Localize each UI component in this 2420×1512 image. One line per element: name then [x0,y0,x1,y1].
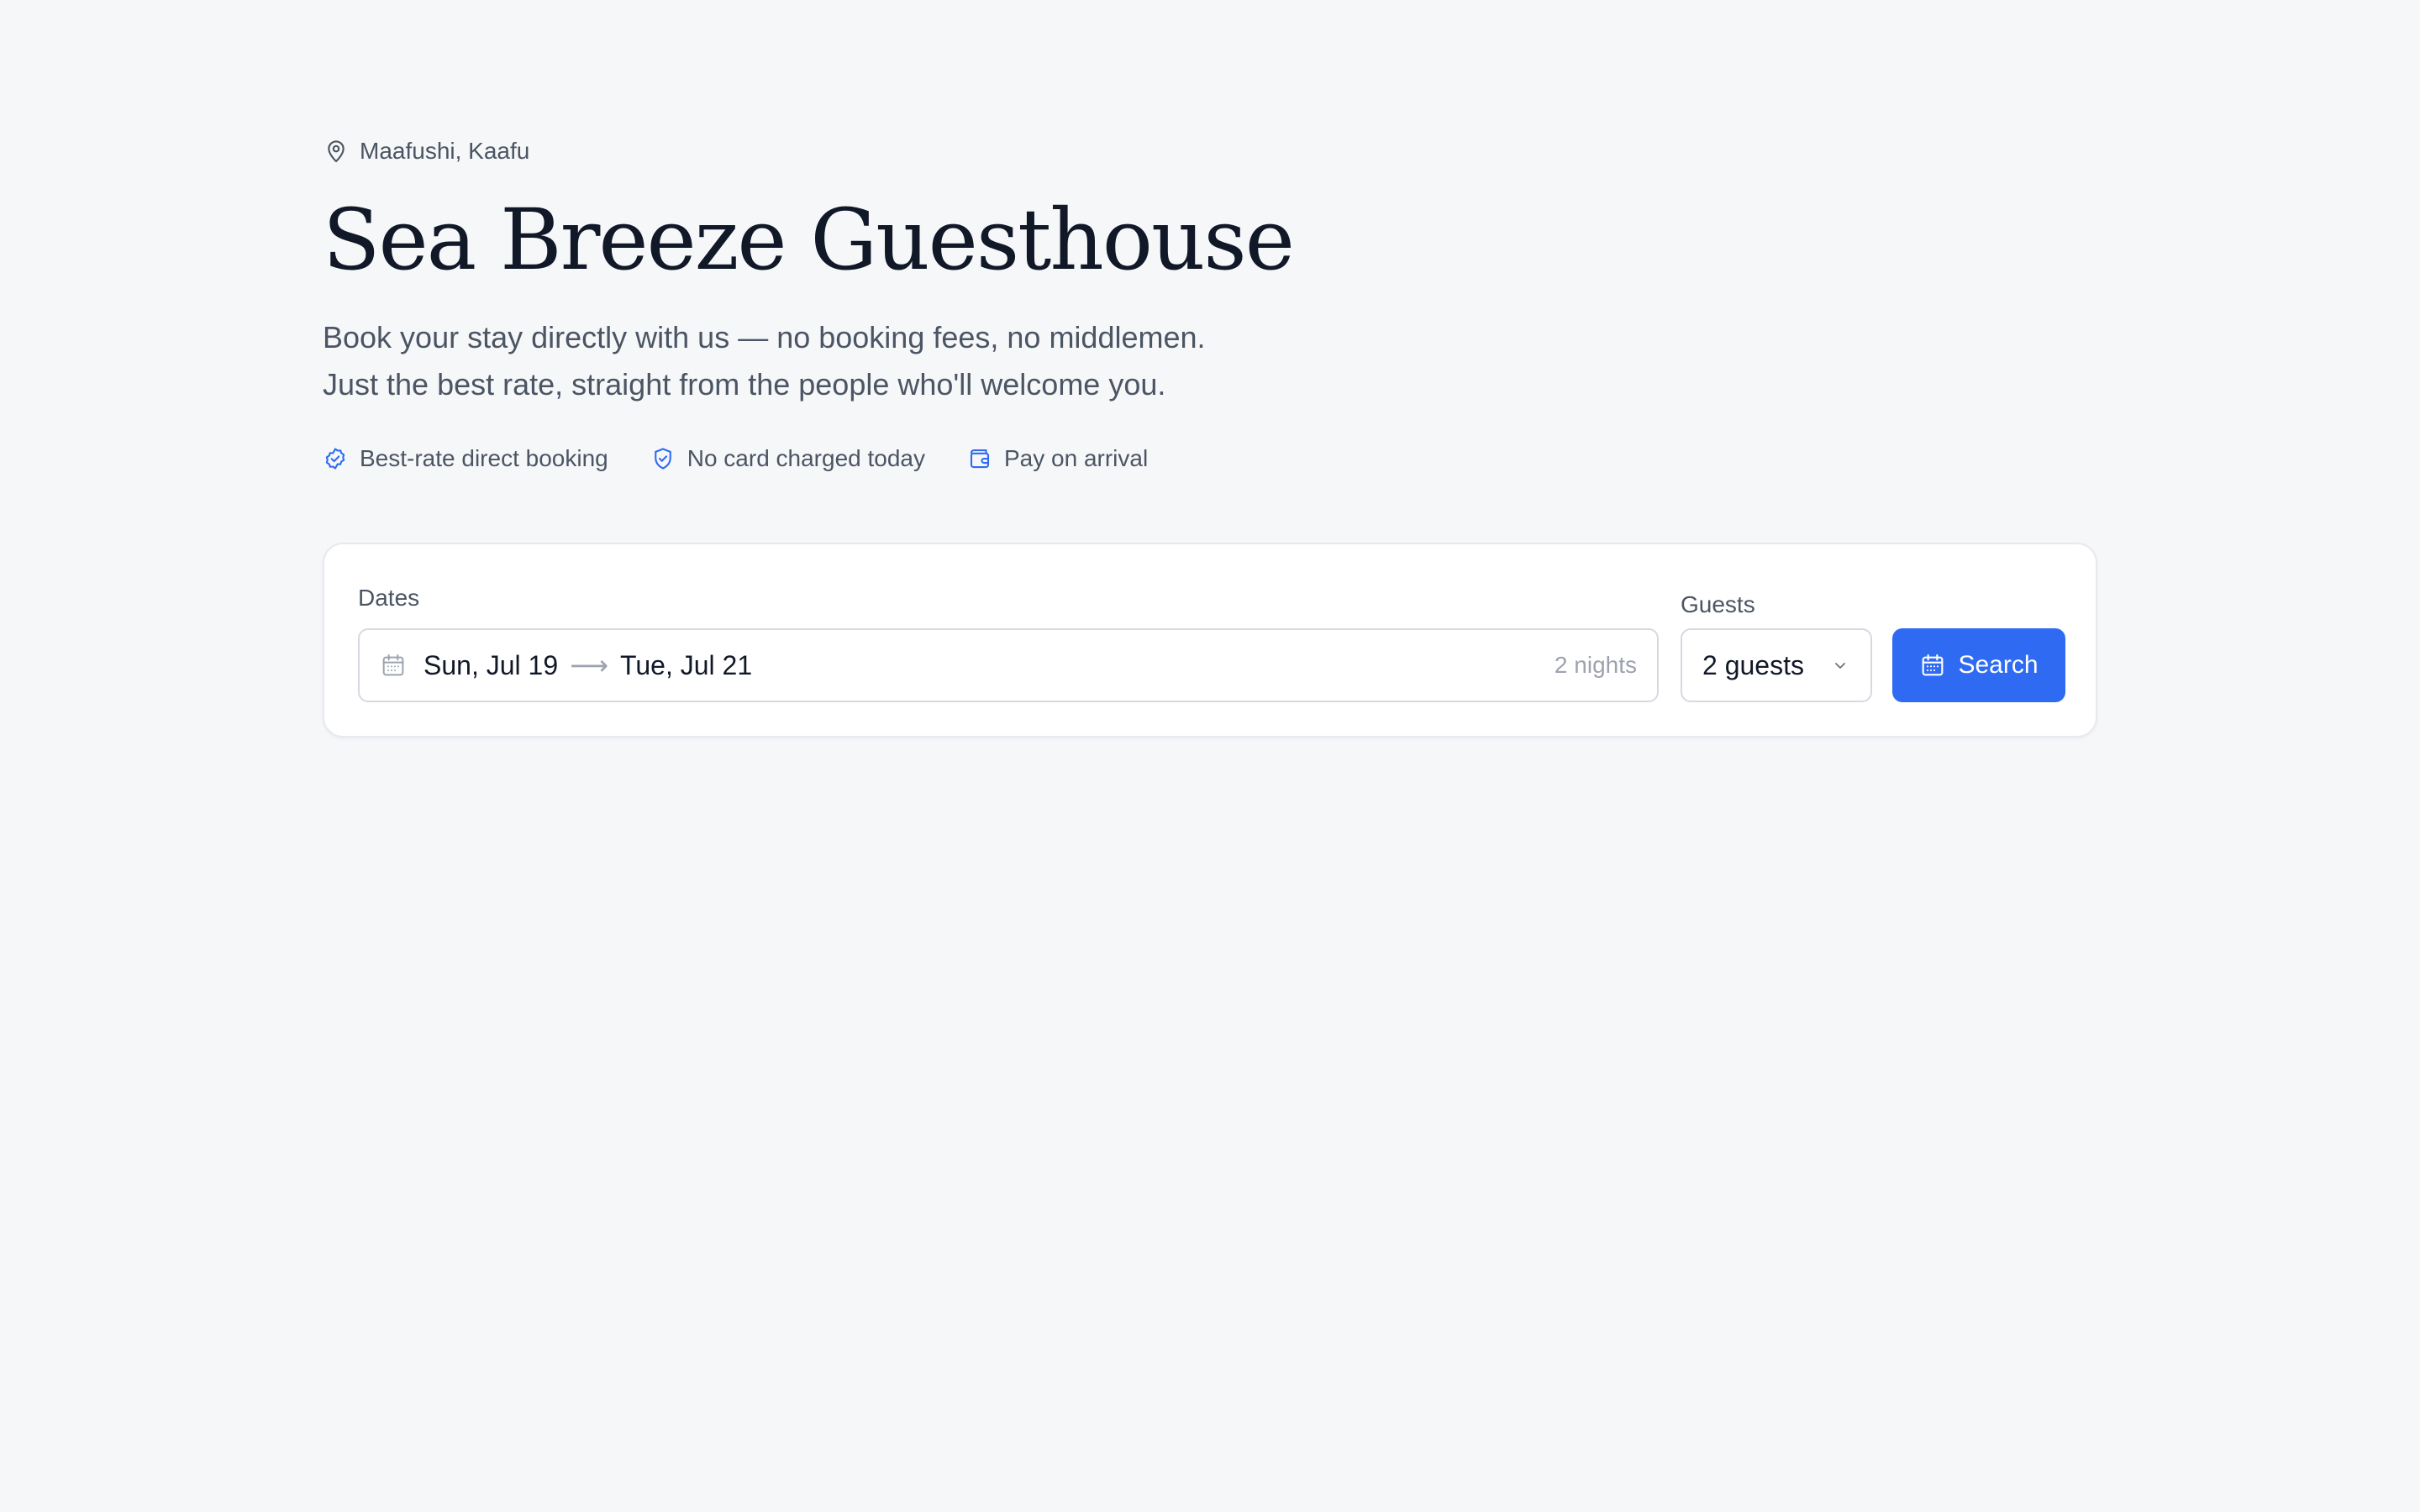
check-out-date: Tue, Jul 21 [619,649,753,680]
location-text: Maafushi, Kaafu [360,138,530,164]
hero-section: Maafushi, Kaafu Sea Breeze Guesthouse Bo… [323,134,2097,738]
guests-value: 2 guests [1702,649,1804,680]
perks-list: Best-rate direct booking No card charged… [323,442,2097,475]
dates-label: Dates [358,585,420,611]
search-button-label: Search [1958,651,2039,679]
guests-label: Guests [1681,591,1755,617]
perk-pay-on-arrival: Pay on arrival [967,445,1148,472]
guests-select[interactable]: 2 guests [1681,628,1872,702]
page-subtitle: Book your stay directly with us — no boo… [323,314,2097,408]
search-button[interactable]: Search [1892,628,2065,702]
calendar-icon [382,654,404,676]
perk-no-card: No card charged today [650,445,925,472]
calendar-icon [1923,654,1944,676]
perk-label: Pay on arrival [1004,445,1149,471]
subtitle-line-1: Book your stay directly with us — no boo… [323,320,1206,354]
location-row: Maafushi, Kaafu [323,134,2097,168]
check-circle-icon [325,448,345,470]
check-in-date: Sun, Jul 19 [424,649,559,680]
perk-best-rate: Best-rate direct booking [323,445,608,472]
map-pin-icon [328,140,345,163]
date-arrow-icon: ⟶ [570,650,608,680]
shield-check-icon [654,448,671,470]
nights-count: 2 nights [1554,652,1637,678]
wallet-icon [970,449,990,469]
subtitle-line-2: Just the best rate, straight from the pe… [323,367,1166,402]
perk-label: No card charged today [687,445,925,471]
chevron-down-icon [1835,663,1845,669]
booking-card: Dates Sun, Jul 19 ⟶ Tue, Jul 21 2 nights… [323,543,2097,738]
page-title: Sea Breeze Guesthouse [323,191,1295,289]
date-range-picker[interactable]: Sun, Jul 19 ⟶ Tue, Jul 21 2 nights [358,628,1659,702]
perk-label: Best-rate direct booking [360,445,608,471]
